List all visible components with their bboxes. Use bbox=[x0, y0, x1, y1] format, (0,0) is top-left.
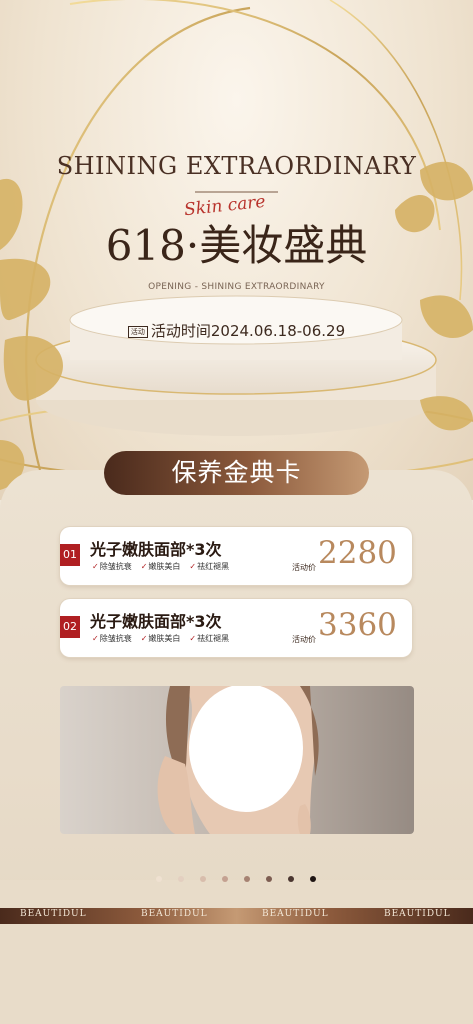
carousel-dot[interactable] bbox=[222, 876, 228, 882]
headline-english: SHINING EXTRAORDINARY bbox=[56, 152, 417, 180]
price-label: 活动价 bbox=[292, 635, 316, 644]
carousel-dot[interactable] bbox=[156, 876, 162, 882]
card-title: 光子嫩肤面部*3次 bbox=[90, 612, 222, 631]
carousel-dot[interactable] bbox=[200, 876, 206, 882]
date-text: 活动时间2024.06.18-06.29 bbox=[150, 322, 346, 340]
strip-text: BEAUTIDUL bbox=[141, 909, 208, 919]
card-tags: 除皱抗衰嫩肤美白祛红褪黑 bbox=[92, 633, 238, 644]
subtitle: OPENING - SHINING EXTRAORDINARY bbox=[148, 282, 325, 292]
strip-text: BEAUTIDUL bbox=[384, 909, 451, 919]
podium-icon bbox=[35, 295, 437, 436]
card-tag: 嫩肤美白 bbox=[141, 562, 181, 571]
card-tag: 嫩肤美白 bbox=[141, 634, 181, 643]
card-number: 01 bbox=[60, 544, 80, 566]
headline-chinese: 618·美妆盛典 bbox=[105, 221, 368, 270]
face-placeholder-icon bbox=[157, 686, 319, 834]
card-tag: 祛红褪黑 bbox=[189, 562, 229, 571]
card-tag: 除皱抗衰 bbox=[92, 562, 132, 571]
price-value: 2280 bbox=[318, 535, 397, 571]
package-card-2[interactable]: 02 光子嫩肤面部*3次 除皱抗衰嫩肤美白祛红褪黑 活动价 3360 bbox=[60, 599, 412, 657]
card-number: 02 bbox=[60, 616, 80, 638]
strip-text: BEAUTIDUL bbox=[262, 909, 329, 919]
price-label: 活动价 bbox=[292, 563, 316, 572]
date-tag: 活动 bbox=[127, 325, 148, 338]
strip-text: BEAUTIDUL bbox=[20, 909, 87, 919]
footer-strip: BEAUTIDUL BEAUTIDUL BEAUTIDUL BEAUTIDUL bbox=[0, 908, 473, 924]
footer-background bbox=[0, 880, 473, 1024]
carousel-dot-active[interactable] bbox=[310, 876, 316, 882]
card-tags: 除皱抗衰嫩肤美白祛红褪黑 bbox=[92, 561, 238, 572]
carousel-dot[interactable] bbox=[288, 876, 294, 882]
carousel-dot[interactable] bbox=[178, 876, 184, 882]
card-tag: 除皱抗衰 bbox=[92, 634, 132, 643]
model-photo[interactable] bbox=[60, 686, 414, 834]
card-tag: 祛红褪黑 bbox=[189, 634, 229, 643]
carousel-dot[interactable] bbox=[244, 876, 250, 882]
package-card-1[interactable]: 01 光子嫩肤面部*3次 除皱抗衰嫩肤美白祛红褪黑 活动价 2280 bbox=[60, 527, 412, 585]
section-title-pill: 保养金典卡 bbox=[104, 451, 369, 495]
card-title: 光子嫩肤面部*3次 bbox=[90, 540, 222, 559]
carousel-dot[interactable] bbox=[266, 876, 272, 882]
price-value: 3360 bbox=[318, 607, 397, 643]
event-date: 活动 活动时间2024.06.18-06.29 bbox=[0, 320, 473, 341]
